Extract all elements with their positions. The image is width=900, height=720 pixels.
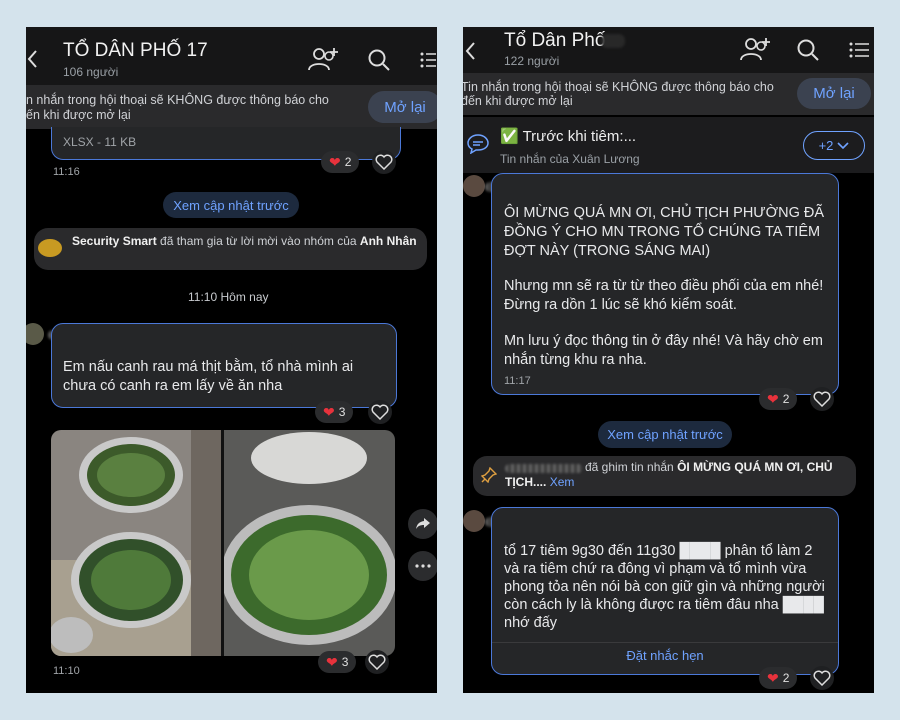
see-earlier-button[interactable]: Xem cập nhật trước — [163, 192, 299, 218]
pinned-more-count: +2 — [818, 138, 834, 153]
avatar — [38, 239, 62, 257]
member-count: 122 người — [504, 54, 560, 68]
muted-banner: Tin nhắn trong hội thoại sẽ KHÔNG được t… — [463, 73, 874, 115]
menu-list-icon[interactable] — [420, 49, 436, 71]
heart-icon: ❤ — [326, 653, 338, 670]
add-member-icon[interactable] — [738, 35, 772, 63]
group-title[interactable]: TỔ DÂN PHỐ 17 — [63, 40, 208, 62]
photo-reaction-count: 3 — [341, 655, 349, 669]
divider — [492, 642, 838, 643]
muted-banner: n nhắn trong hội thoại sẽ KHÔNG được thô… — [26, 85, 437, 129]
muted-banner-line1: n nhắn trong hội thoại sẽ KHÔNG được thô… — [26, 93, 329, 107]
message-para2: Nhưng mn sẽ ra từ từ theo điều phối của … — [504, 278, 824, 313]
photo-time: 11:10 — [53, 665, 80, 677]
back-arrow-icon[interactable] — [463, 39, 477, 63]
message-time: 11:17 — [504, 375, 531, 387]
heart-icon: ❤ — [323, 403, 335, 420]
soup-photos — [51, 430, 395, 656]
share-icon[interactable] — [408, 509, 437, 539]
chat-screen-right: Tổ Dân Phố 122 người Tin nhắn trong hội … — [463, 27, 874, 693]
search-icon[interactable] — [366, 47, 392, 73]
message-reaction[interactable]: ❤ 3 — [315, 401, 354, 423]
sender-avatar[interactable] — [26, 323, 44, 345]
heart-icon: ❤ — [767, 669, 779, 686]
add-member-icon[interactable] — [306, 45, 340, 73]
react-heart-icon[interactable] — [810, 387, 834, 411]
file-info: XLSX - 11 KB — [63, 135, 137, 149]
photo-reaction[interactable]: ❤ 3 — [318, 651, 357, 673]
pin-icon — [481, 467, 497, 483]
message-reaction[interactable]: ❤ 2 — [759, 388, 798, 410]
sender-avatar[interactable] — [463, 510, 485, 532]
join-actor: Security Smart — [72, 234, 157, 248]
search-icon[interactable] — [795, 37, 821, 63]
join-inviter: Anh Nhân — [359, 234, 417, 248]
pinned-text: ✅ Trước khi tiêm:... — [500, 128, 637, 145]
join-text: đã tham gia từ lời mời vào nhóm của — [156, 234, 360, 248]
pin-notice-text: đã ghim tin nhắn — [585, 460, 678, 474]
file-reaction[interactable]: ❤ 2 — [321, 151, 360, 173]
react-heart-icon[interactable] — [810, 666, 834, 690]
sender-avatar[interactable] — [463, 175, 485, 197]
file-reaction-count: 2 — [344, 155, 352, 169]
view-pinned-link[interactable]: Xem — [550, 475, 575, 489]
redacted-title-part — [601, 34, 625, 48]
reopen-button[interactable]: Mở lại — [368, 91, 437, 123]
muted-banner-line2: đến khi được mở lại — [463, 94, 573, 108]
set-reminder-button[interactable]: Đặt nhắc hẹn — [492, 648, 838, 663]
message-text: tổ 17 tiêm 9g30 đến 11g30 ████ phân tổ l… — [504, 543, 825, 631]
chevron-down-icon — [837, 141, 849, 149]
message-reaction[interactable]: ❤ 2 — [759, 667, 798, 689]
file-time: 11:16 — [53, 166, 80, 178]
menu-list-icon[interactable] — [848, 40, 870, 60]
react-heart-icon[interactable] — [368, 400, 392, 424]
message-text: Em nấu canh rau má thịt bằm, tổ nhà mình… — [63, 359, 354, 394]
message-para3: Mn lưu ý đọc thông tin ở đây nhé! Và hãy… — [504, 333, 823, 368]
photo-message[interactable] — [51, 430, 395, 656]
member-count: 106 người — [63, 65, 119, 79]
pinned-message-bar[interactable]: ✅ Trước khi tiêm:... Tin nhắn của Xuân L… — [463, 117, 874, 173]
muted-banner-line2: ến khi được mở lại — [26, 108, 131, 122]
pinned-more-button[interactable]: +2 — [803, 131, 865, 160]
muted-banner-line1: Tin nhắn trong hội thoại sẽ KHÔNG được t… — [463, 80, 774, 94]
heart-icon: ❤ — [329, 153, 341, 170]
date-separator: 11:10 Hôm nay — [188, 290, 269, 304]
group-title[interactable]: Tổ Dân Phố — [504, 30, 605, 52]
text-message[interactable]: Em nấu canh rau má thịt bằm, tổ nhà mình… — [51, 323, 397, 408]
join-notice: Security Smart đã tham gia từ lời mời và… — [34, 228, 427, 270]
message-reaction-count: 2 — [782, 671, 790, 685]
message-reaction-count: 3 — [338, 405, 346, 419]
pinned-from: Tin nhắn của Xuân Lương — [500, 152, 640, 166]
react-heart-icon[interactable] — [365, 650, 389, 674]
reopen-button[interactable]: Mở lại — [797, 78, 871, 109]
see-earlier-button[interactable]: Xem cập nhật trước — [598, 421, 732, 448]
chat-screen-left: TỔ DÂN PHỐ 17 106 người n nhắn trong hội… — [26, 27, 437, 693]
pin-notice: đã ghim tin nhắn ÔI MỪNG QUÁ MN ƠI, CHỦ … — [473, 456, 856, 496]
heart-icon: ❤ — [767, 390, 779, 407]
text-message[interactable]: tổ 17 tiêm 9g30 đến 11g30 ████ phân tổ l… — [491, 507, 839, 675]
announcement-message[interactable]: ÔI MỪNG QUÁ MN ƠI, CHỦ TỊCH PHƯỜNG ĐÃ ĐỒ… — [491, 173, 839, 395]
back-arrow-icon[interactable] — [26, 47, 42, 71]
message-reaction-count: 2 — [782, 392, 790, 406]
more-options-icon[interactable] — [408, 551, 437, 581]
react-heart-icon[interactable] — [372, 150, 396, 174]
message-para1: ÔI MỪNG QUÁ MN ƠI, CHỦ TỊCH PHƯỜNG ĐÃ ĐỒ… — [504, 205, 825, 259]
chat-bubble-icon — [467, 133, 489, 155]
